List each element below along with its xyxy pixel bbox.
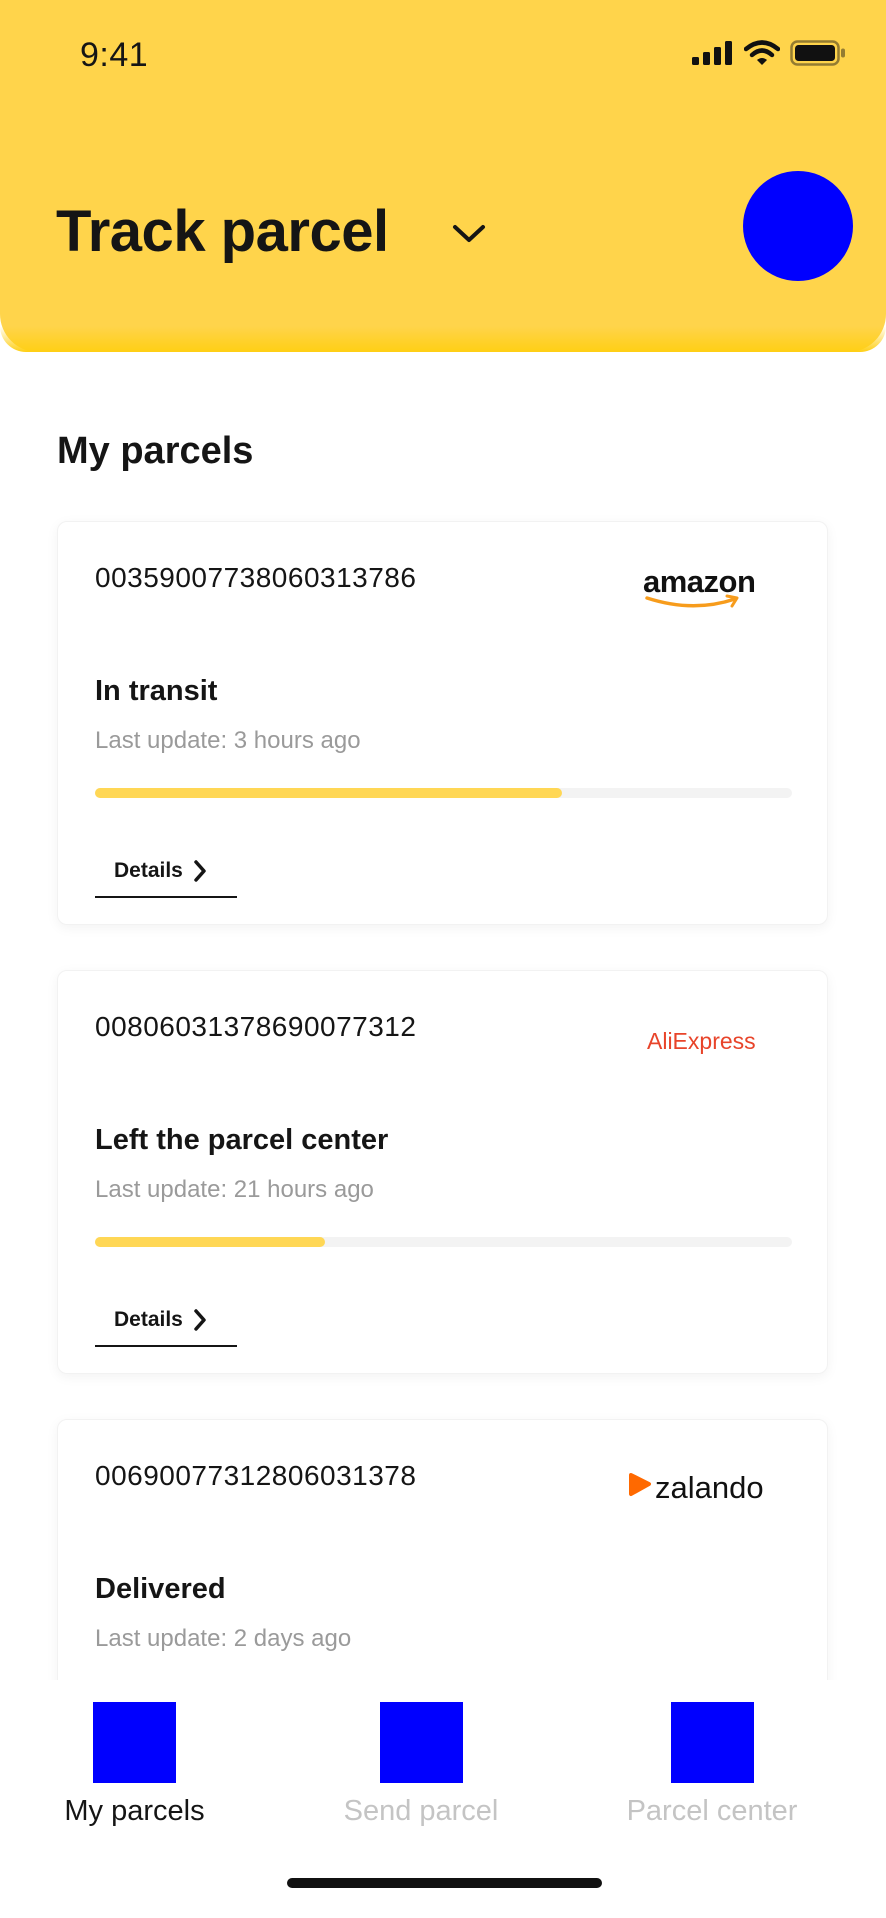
tab-send-parcel[interactable]: Send parcel <box>326 1702 516 1828</box>
zalando-logo: zalando <box>629 1470 764 1505</box>
status-time: 9:41 <box>80 36 149 74</box>
page-title[interactable]: Track parcel <box>56 198 389 265</box>
header: 9:41 Track parcel <box>0 0 886 352</box>
progress-bar <box>95 788 792 798</box>
tab-my-parcels[interactable]: My parcels <box>42 1702 227 1828</box>
parcel-card[interactable]: 00806031378690077312 AliExpress Left the… <box>57 970 828 1374</box>
aliexpress-logo: AliExpress <box>647 1028 756 1054</box>
chevron-down-icon[interactable] <box>452 224 486 244</box>
section-title: My parcels <box>57 430 254 472</box>
last-update: Last update: 21 hours ago <box>95 1176 374 1203</box>
parcel-status: Delivered <box>95 1573 226 1605</box>
details-link[interactable]: Details <box>95 858 237 898</box>
details-label: Details <box>114 859 183 882</box>
last-update: Last update: 2 days ago <box>95 1625 352 1652</box>
svg-text:zalando: zalando <box>655 1470 764 1505</box>
progress-fill <box>95 788 562 798</box>
tab-label: Send parcel <box>343 1795 499 1827</box>
tab-label: Parcel center <box>626 1795 798 1827</box>
svg-text:AliExpress: AliExpress <box>647 1028 756 1054</box>
parcel-status: In transit <box>95 675 218 707</box>
avatar[interactable] <box>743 171 853 281</box>
tracking-number: 00690077312806031378 <box>95 1460 417 1491</box>
parcel-status: Left the parcel center <box>95 1124 389 1156</box>
battery-icon <box>790 40 845 66</box>
last-update: Last update: 3 hours ago <box>95 727 361 754</box>
wifi-icon <box>744 40 780 65</box>
tracking-number: 00359007738060313786 <box>95 562 417 593</box>
progress-bar <box>95 1237 792 1247</box>
details-link[interactable]: Details <box>95 1307 237 1347</box>
chevron-right-icon <box>194 860 206 882</box>
cellular-signal-icon <box>692 41 732 65</box>
amazon-logo: amazon <box>643 566 756 608</box>
my-parcels-tab-icon <box>93 1702 176 1783</box>
chevron-right-icon <box>194 1309 206 1331</box>
svg-text:amazon: amazon <box>643 566 755 599</box>
progress-fill <box>95 1237 325 1247</box>
status-icons <box>692 40 846 66</box>
send-parcel-tab-icon <box>379 1702 463 1783</box>
tab-label: My parcels <box>64 1795 205 1827</box>
parcel-center-tab-icon <box>670 1702 754 1783</box>
tracking-number: 00806031378690077312 <box>95 1011 417 1042</box>
home-indicator[interactable] <box>287 1878 602 1888</box>
parcel-card[interactable]: 00359007738060313786 amazon In transit L… <box>57 521 828 925</box>
tab-parcel-center[interactable]: Parcel center <box>604 1702 820 1828</box>
details-label: Details <box>114 1308 183 1331</box>
